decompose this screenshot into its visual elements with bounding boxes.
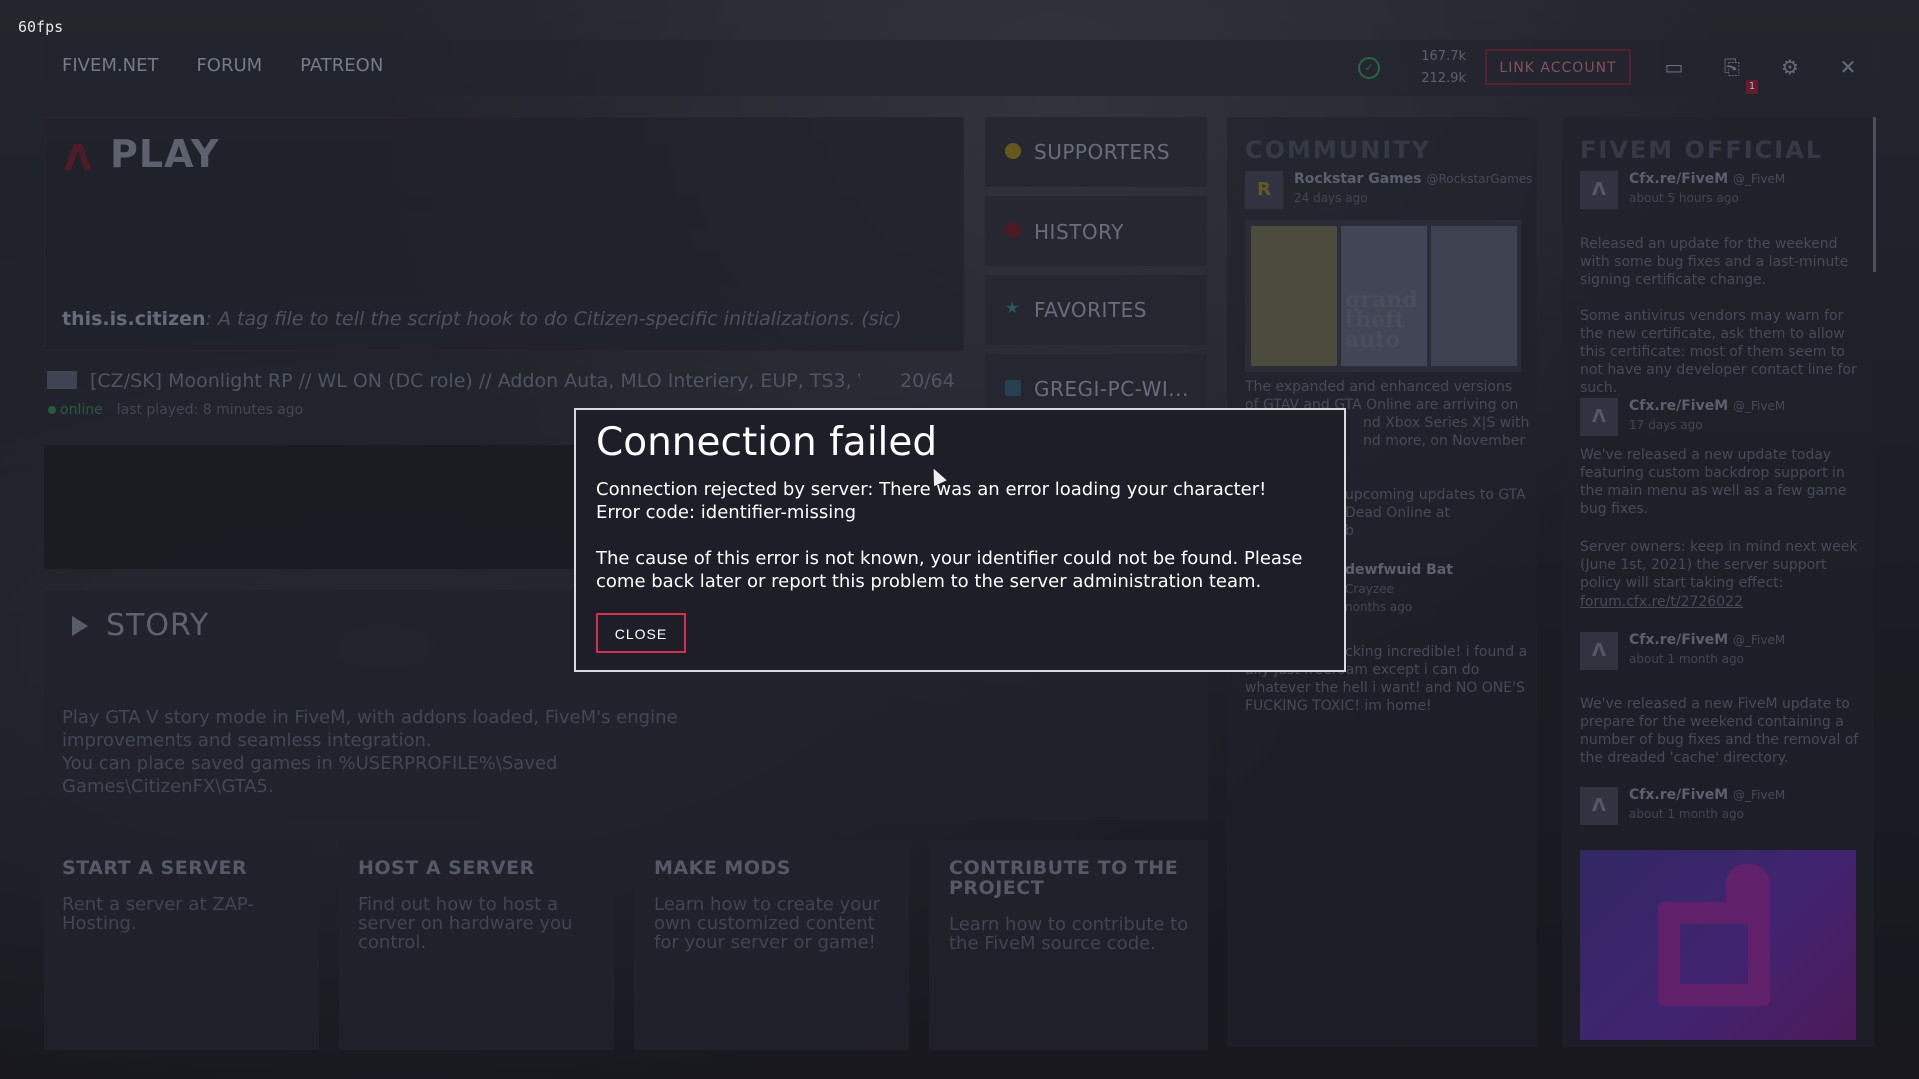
- close-button[interactable]: CLOSE: [596, 613, 686, 653]
- dialog-rejection-message: Connection rejected by server: There was…: [596, 479, 1267, 500]
- fps-counter: 60fps: [18, 18, 64, 36]
- connection-failed-dialog: Connection failed Connection rejected by…: [574, 408, 1346, 672]
- dialog-error-code: Error code: identifier-missing: [596, 502, 857, 523]
- dialog-explanation: The cause of this error is not known, yo…: [596, 548, 1303, 592]
- dialog-title: Connection failed: [596, 420, 938, 465]
